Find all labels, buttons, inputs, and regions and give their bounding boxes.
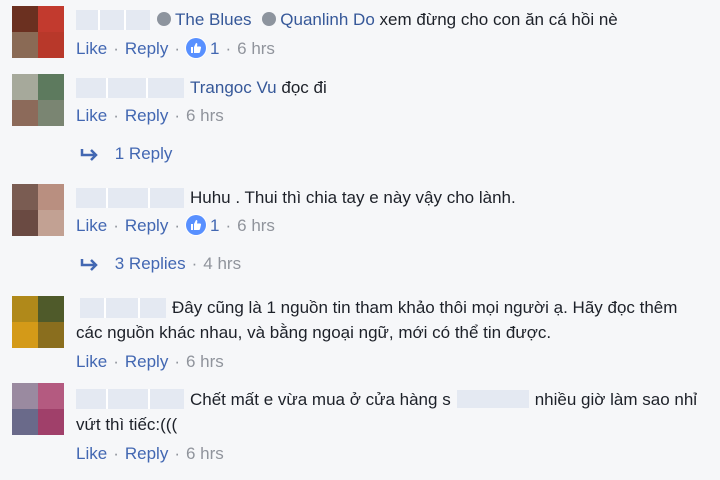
comment-body: các nguồn khác nhau, và bằng ngoại ngữ, … [76,323,552,342]
comment-body: Huhu . Thui thì chia tay e này vậy cho l… [190,188,516,207]
comment-body: Đây cũng là 1 nguồn tin tham khảo thôi m… [172,298,678,317]
timestamp[interactable]: 6 hrs [186,444,224,463]
comment-body: xem đừng cho con ăn cá hồi nè [379,10,618,29]
person-icon [262,12,277,26]
comment-text-line-1: Đây cũng là 1 nguồn tin tham khảo thôi m… [172,297,677,319]
blurred-author-name [76,10,150,30]
reply-arrow-icon [80,148,98,161]
timestamp[interactable]: 6 hrs [237,216,275,235]
avatar[interactable] [12,74,64,126]
reply-button[interactable]: Reply [125,352,168,371]
reply-button[interactable]: Reply [125,106,168,125]
like-reaction-icon[interactable] [186,38,206,58]
replies-count[interactable]: 1 Reply [115,144,173,163]
comment-body-continued: nhiều giờ làm sao nhỉ [534,390,698,409]
avatar[interactable] [12,184,64,236]
avatar[interactable] [12,296,64,348]
blurred-author-name [76,188,184,208]
replies-count[interactable]: 3 Replies [115,254,186,273]
comment-text-line-1: Chết mất e vừa mua ở cửa hàng s nhiều giờ… [190,389,697,411]
blurred-shop-name [456,390,529,408]
reaction-count[interactable]: 1 [210,39,219,58]
comment-body: đọc đi [281,78,327,97]
avatar[interactable] [12,383,64,435]
like-button[interactable]: Like [76,106,107,125]
reaction-count[interactable]: 1 [210,216,219,235]
comment-text-line-2: vứt thì tiếc:((( [76,414,177,436]
like-button[interactable]: Like [76,39,107,58]
mentioned-user[interactable]: Quanlinh Do [280,10,375,29]
comment-actions: Like · Reply · 6 hrs [76,352,224,371]
like-reaction-icon[interactable] [186,215,206,235]
comment-text: The Blues Quanlinh Do xem đừng cho con ă… [157,9,618,31]
comment-actions: Like · Reply · 6 hrs [76,106,224,125]
comment-actions: Like · Reply · 6 hrs [76,444,224,463]
timestamp[interactable]: 6 hrs [186,352,224,371]
page-icon [157,12,171,26]
blurred-author-name [76,78,184,98]
comment-body: vứt thì tiếc:((( [76,415,178,434]
comment-actions: Like · Reply · 1 · 6 hrs [76,38,275,58]
blurred-author-name [76,389,184,409]
comment-text: Trangoc Vu đọc đi [190,77,327,99]
like-button[interactable]: Like [76,216,107,235]
view-replies-link[interactable]: 1 Reply [80,143,172,165]
comment-text-line-2: các nguồn khác nhau, và bằng ngoại ngữ, … [76,322,551,344]
reply-arrow-icon [80,258,98,271]
reply-button[interactable]: Reply [125,444,168,463]
like-button[interactable]: Like [76,444,107,463]
reply-button[interactable]: Reply [125,216,168,235]
comment-body: Chết mất e vừa mua ở cửa hàng s [190,390,451,409]
like-button[interactable]: Like [76,352,107,371]
timestamp[interactable]: 6 hrs [237,39,275,58]
timestamp[interactable]: 6 hrs [186,106,224,125]
blurred-author-name [80,298,166,318]
view-replies-link[interactable]: 3 Replies · 4 hrs [80,253,241,275]
page-name[interactable]: The Blues [175,10,252,29]
reply-button[interactable]: Reply [125,39,168,58]
comment-text: Huhu . Thui thì chia tay e này vậy cho l… [190,187,516,209]
avatar[interactable] [12,6,64,58]
mentioned-user[interactable]: Trangoc Vu [190,78,277,97]
replies-timestamp[interactable]: 4 hrs [203,254,241,273]
comment-actions: Like · Reply · 1 · 6 hrs [76,215,275,235]
